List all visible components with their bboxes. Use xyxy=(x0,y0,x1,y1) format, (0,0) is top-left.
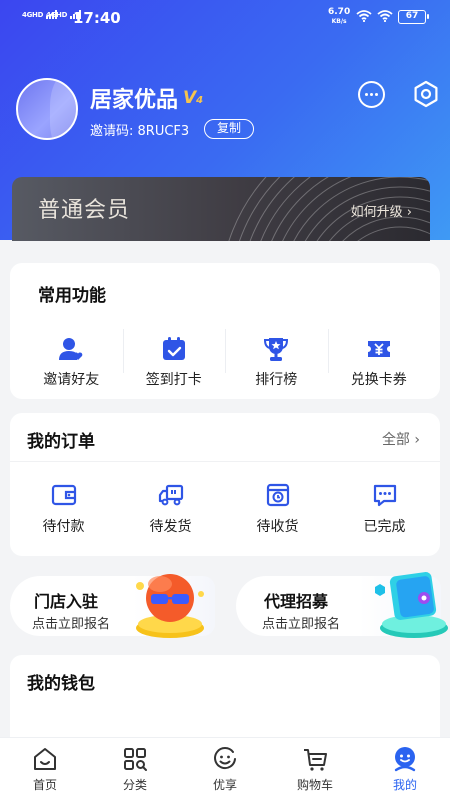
tab-mine[interactable]: 我的 xyxy=(360,738,450,800)
tab-premium[interactable]: 优享 xyxy=(180,738,270,800)
calendar-check-icon xyxy=(162,337,185,360)
order-label: 待付款 xyxy=(42,519,85,535)
wallet-icon xyxy=(51,484,76,506)
profile-icon xyxy=(394,747,416,772)
tab-category[interactable]: 分类 xyxy=(90,738,180,800)
vip-badge-letter: V xyxy=(183,88,197,108)
category-icon xyxy=(124,748,147,771)
mascot-illustration-icon xyxy=(136,574,204,638)
copy-button[interactable]: 复制 xyxy=(204,119,254,139)
function-grid: 邀请好友 签到打卡 排行榜 兑换卡券 xyxy=(20,327,431,388)
network-speed-value: 6.70 xyxy=(328,7,351,17)
agent-recruit-banner[interactable]: 代理招募 点击立即报名 xyxy=(236,572,448,638)
smile-icon xyxy=(214,747,236,770)
clock: 17:40 xyxy=(73,9,121,27)
promo-subtitle: 点击立即报名 xyxy=(262,617,341,632)
grid-label: 签到打卡 xyxy=(145,372,202,388)
tab-home[interactable]: 首页 xyxy=(0,738,90,800)
wallet-card: 我的钱包 xyxy=(10,655,440,750)
promo-title: 代理招募 xyxy=(264,592,329,611)
battery-icon: 67 xyxy=(398,10,429,24)
order-label: 待收货 xyxy=(256,519,299,535)
leaderboard-button[interactable]: 排行榜 xyxy=(225,327,328,388)
pending-shipment-button[interactable]: 待发货 xyxy=(117,479,224,536)
promo-title: 门店入驻 xyxy=(34,592,99,611)
all-orders-link[interactable]: 全部 › xyxy=(382,429,420,449)
completed-button[interactable]: 已完成 xyxy=(331,479,438,536)
section-title: 我的订单 xyxy=(27,432,95,452)
tab-cart[interactable]: 购物车 xyxy=(270,738,360,800)
section-title: 常用功能 xyxy=(38,286,106,306)
truck-icon xyxy=(158,484,183,506)
tab-label: 优享 xyxy=(212,778,237,792)
promo-subtitle: 点击立即报名 xyxy=(32,617,111,632)
order-label: 已完成 xyxy=(363,519,406,535)
dot-icon xyxy=(375,93,378,96)
invite-user-icon xyxy=(59,338,83,360)
wifi-icon xyxy=(356,10,372,22)
signal-2-label: 4GHD xyxy=(46,11,68,19)
tab-label: 我的 xyxy=(392,778,417,792)
tab-label: 分类 xyxy=(122,778,147,792)
tab-label: 购物车 xyxy=(296,778,333,792)
vip-badge: V4 xyxy=(183,88,203,108)
dot-icon xyxy=(370,93,373,96)
wifi-icon xyxy=(377,10,393,22)
tab-label: 首页 xyxy=(32,778,57,792)
redeem-coupon-button[interactable]: 兑换卡券 xyxy=(327,327,431,388)
shop-name: 居家优品 xyxy=(90,88,179,113)
chat-dots-icon xyxy=(373,484,396,507)
dot-icon xyxy=(365,93,368,96)
trophy-icon xyxy=(264,338,289,361)
wallet-illustration-icon xyxy=(375,572,448,638)
member-card[interactable]: 普通会员 如何升级 › xyxy=(12,177,430,241)
invite-code: 邀请码: 8RUCF3 xyxy=(90,124,190,139)
home-icon xyxy=(34,748,56,770)
coupon-icon xyxy=(367,341,390,357)
pending-payment-button[interactable]: 待付款 xyxy=(10,479,117,536)
store-join-banner[interactable]: 门店入驻 点击立即报名 xyxy=(10,574,215,638)
orders-card: 我的订单 全部 › 待付款 待发货 待收货 已完成 xyxy=(10,413,440,556)
order-status-row: 待付款 待发货 待收货 已完成 xyxy=(10,479,440,536)
vip-badge-level: 4 xyxy=(196,95,204,106)
order-label: 待发货 xyxy=(149,519,192,535)
network-speed: 6.70 KB/s xyxy=(328,8,350,26)
grid-label: 邀请好友 xyxy=(43,372,100,388)
grid-label: 兑换卡券 xyxy=(350,372,407,388)
section-title: 我的钱包 xyxy=(27,674,95,694)
upgrade-link[interactable]: 如何升级 › xyxy=(351,201,412,220)
package-clock-icon xyxy=(266,483,289,507)
invite-friends-button[interactable]: 邀请好友 xyxy=(20,327,123,388)
message-button[interactable] xyxy=(358,81,385,108)
cart-icon xyxy=(304,749,327,771)
member-tier: 普通会员 xyxy=(38,198,131,223)
status-bar: 4GHD 4GHD 17:40 6.70 KB/s 67 xyxy=(0,0,450,34)
common-functions-card: 常用功能 邀请好友 签到打卡 排行榜 兑换卡券 xyxy=(10,263,440,399)
signal-1-label: 4GHD xyxy=(22,11,44,19)
pending-receipt-button[interactable]: 待收货 xyxy=(224,479,331,536)
check-in-button[interactable]: 签到打卡 xyxy=(122,327,226,388)
network-speed-unit: KB/s xyxy=(331,18,347,25)
divider xyxy=(10,461,440,462)
grid-label: 排行榜 xyxy=(255,372,298,388)
avatar[interactable] xyxy=(16,78,78,140)
bottom-tab-bar: 首页 分类 优享 购物车 我的 xyxy=(0,737,450,800)
settings-hexagon-icon[interactable] xyxy=(410,78,442,110)
